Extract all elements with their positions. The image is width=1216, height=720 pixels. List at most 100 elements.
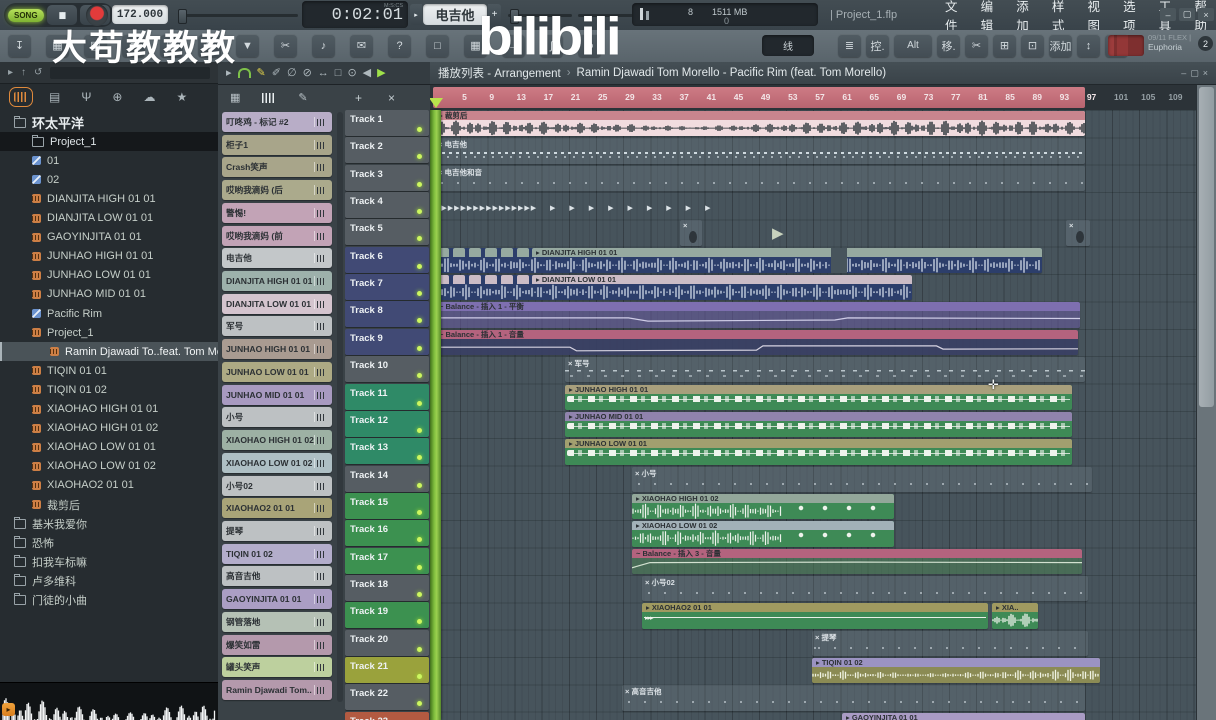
browser-item[interactable]: 卢多维科 (0, 571, 218, 590)
copy-icon[interactable]: ⊞ (993, 34, 1016, 57)
track-led[interactable] (417, 127, 422, 132)
playlist-clip[interactable]: ▸ XIAOHAO2 01 01 ▸▸▸ (642, 603, 988, 629)
playlist-clip[interactable]: ▸ XIAOHAO HIGH 01 02 (632, 493, 894, 520)
browser-item[interactable]: 基米我爱你 (0, 514, 218, 533)
playlist-clip[interactable]: ▸ TIQIN 01 02 (812, 658, 1100, 684)
playlist-clip[interactable]: ▸ 裁剪后 (435, 111, 1085, 137)
picker-chip[interactable]: GAOYINJITA 01 01 (222, 589, 332, 610)
browser-item[interactable]: 02 (0, 170, 218, 189)
track-header[interactable]: Track 11 (345, 383, 429, 410)
track-header[interactable]: Track 23 (345, 711, 429, 720)
picker-chip[interactable]: Crash笑声 (222, 157, 332, 178)
picker-scrollbar[interactable] (337, 112, 343, 702)
playhead-marker[interactable] (430, 98, 443, 108)
menu-视图[interactable]: 视图 (1088, 0, 1110, 34)
playlist-clip[interactable]: ▸ DIANJITA LOW 01 01 (435, 275, 912, 301)
song-mode-toggle[interactable]: SONG (8, 8, 44, 22)
comment-icon[interactable]: ✉ (350, 34, 373, 57)
track-led[interactable] (417, 701, 422, 707)
track-header[interactable]: Track 13 (345, 438, 429, 465)
track-led[interactable] (417, 619, 422, 625)
playlist-clip[interactable]: × 小号02 (642, 575, 1088, 602)
song-position-slider[interactable] (178, 9, 298, 24)
magnet-icon[interactable] (237, 68, 251, 78)
tab-audio[interactable] (9, 87, 33, 107)
browser-item[interactable]: DIANJITA HIGH 01 01 (0, 189, 218, 208)
cut-icon[interactable]: ✂ (965, 34, 988, 57)
browser-item[interactable]: Ramin Djawadi To..feat. Tom Morello) (0, 342, 218, 362)
browser-item[interactable]: 环太平洋 (0, 113, 218, 132)
picker-chip[interactable]: 高音吉他 (222, 566, 332, 587)
track-led[interactable] (417, 564, 422, 570)
help-icon[interactable]: ? (388, 34, 411, 57)
picker-chip[interactable]: XIAOHAO LOW 01 02 (222, 452, 332, 473)
browser-item[interactable]: Pacific Rim (0, 304, 218, 323)
playlist-clip[interactable]: × (680, 220, 702, 246)
track-led[interactable] (417, 291, 422, 297)
track-led[interactable] (417, 373, 422, 379)
track-header[interactable]: Track 22 (345, 684, 429, 711)
track-header[interactable]: Track 12 (345, 410, 429, 437)
track-header[interactable]: Track 8 (345, 301, 429, 328)
slide-icon[interactable]: ↕ (1077, 34, 1100, 57)
browser-item[interactable]: DIANJITA LOW 01 01 (0, 209, 218, 228)
track-header[interactable]: Track 9 (345, 328, 429, 355)
record-audio-icon[interactable]: ♪ (312, 34, 335, 57)
menu-选项[interactable]: 选项 (1123, 0, 1145, 34)
picker-tab-audio[interactable] (262, 92, 277, 103)
track-led[interactable] (417, 263, 422, 269)
close-button[interactable]: × (1198, 8, 1214, 21)
cut-tool-icon[interactable]: ✂ (274, 34, 297, 57)
track-led[interactable] (417, 345, 422, 351)
menu-样式[interactable]: 样式 (1052, 0, 1074, 34)
maximize-button[interactable]: ▢ (1179, 8, 1195, 21)
playlist-clip[interactable]: × 提琴 (812, 630, 1088, 656)
playlist-lanes[interactable]: ▸ 裁剪后 × 电吉他 × 电吉他和音 ▶▶▶▶▶▶▶▶▶▶▶▶▶▶▶▶ ▶▶▶▶▶▶▶… (430, 110, 1196, 720)
playlist-minimize-button[interactable]: – (1181, 68, 1186, 79)
browser-item[interactable]: TIQIN 01 01 (0, 361, 218, 380)
up-icon[interactable]: ↑ (21, 67, 26, 78)
picker-chip[interactable]: 军号 (222, 316, 332, 337)
tab-web[interactable]: ⊕ (112, 90, 122, 104)
track-led[interactable] (417, 674, 422, 679)
playlist-clip[interactable]: ~ Balance - 插入 1 - 平衡 (435, 302, 1080, 328)
monitor-icon[interactable]: □ (426, 34, 449, 57)
menu-编辑[interactable]: 编辑 (981, 0, 1003, 34)
tool-mode-display[interactable]: 线 (762, 35, 814, 56)
picker-chip[interactable]: 钢管落地 (222, 611, 332, 632)
browser-item[interactable]: JUNHAO LOW 01 01 (0, 266, 218, 285)
playlist-clip[interactable]: ▶▶▶▶▶▶▶▶▶▶▶▶▶▶▶▶ ▶▶▶▶▶▶▶▶▶ (435, 193, 790, 218)
playlist-close-button[interactable]: × (1203, 68, 1208, 79)
track-header[interactable]: Track 7 (345, 274, 429, 301)
playlist-clip[interactable]: ▸ XIA.. (992, 603, 1038, 629)
select-icon[interactable]: □ (335, 67, 342, 79)
paste-icon[interactable]: ⊡ (1021, 34, 1044, 57)
picker-chip[interactable]: JUNHAO LOW 01 01 (222, 361, 332, 382)
track-header[interactable]: Track 4 (345, 192, 429, 219)
picker-chip[interactable]: DIANJITA HIGH 01 01 (222, 271, 332, 292)
track-led[interactable] (417, 509, 422, 515)
browser-item[interactable]: 扣我车标嘛 (0, 552, 218, 571)
picker-chip[interactable]: XIAOHAO2 01 01 (222, 498, 332, 519)
tag-icon[interactable]: ✎ (257, 67, 266, 79)
browser-item[interactable]: GAOYINJITA 01 01 (0, 228, 218, 247)
picker-chip[interactable]: Ramin Djawadi Tom.. (222, 680, 332, 700)
track-led[interactable] (417, 154, 422, 160)
picker-chip[interactable]: TIQIN 01 02 (222, 543, 332, 564)
browser-item[interactable]: TIQIN 01 02 (0, 380, 218, 399)
track-header[interactable]: Track 5 (345, 219, 429, 246)
perf-monitor-icon[interactable]: ≣ (838, 34, 861, 57)
timeline-ruler[interactable]: 5 9 13 17 21 25 29 33 37 41 45 49 53 57 61 65 69 73 77 81 85… (430, 85, 1196, 111)
minimize-button[interactable]: – (1160, 8, 1176, 21)
playlist-clip[interactable]: ▸ JUNHAO LOW 01 01 (565, 439, 1072, 465)
playlist-clip[interactable]: ▸ JUNHAO MID 01 01 (565, 411, 1072, 438)
playlist-clip[interactable]: ▶ (768, 220, 800, 245)
picker-chip[interactable]: 警惕! (222, 202, 332, 223)
browser-item[interactable]: XIAOHAO2 01 01 (0, 476, 218, 495)
picker-chip[interactable]: DIANJITA LOW 01 01 (222, 293, 332, 314)
zoom-icon[interactable]: ⊙ (347, 67, 356, 79)
browser-item[interactable]: 01 (0, 151, 218, 170)
playlist-clip[interactable]: ▸ DIANJITA HIGH 01 01 (435, 247, 1042, 274)
tab-plugins[interactable]: Ψ (81, 90, 91, 104)
notification-badge[interactable]: 2 (1198, 36, 1213, 51)
